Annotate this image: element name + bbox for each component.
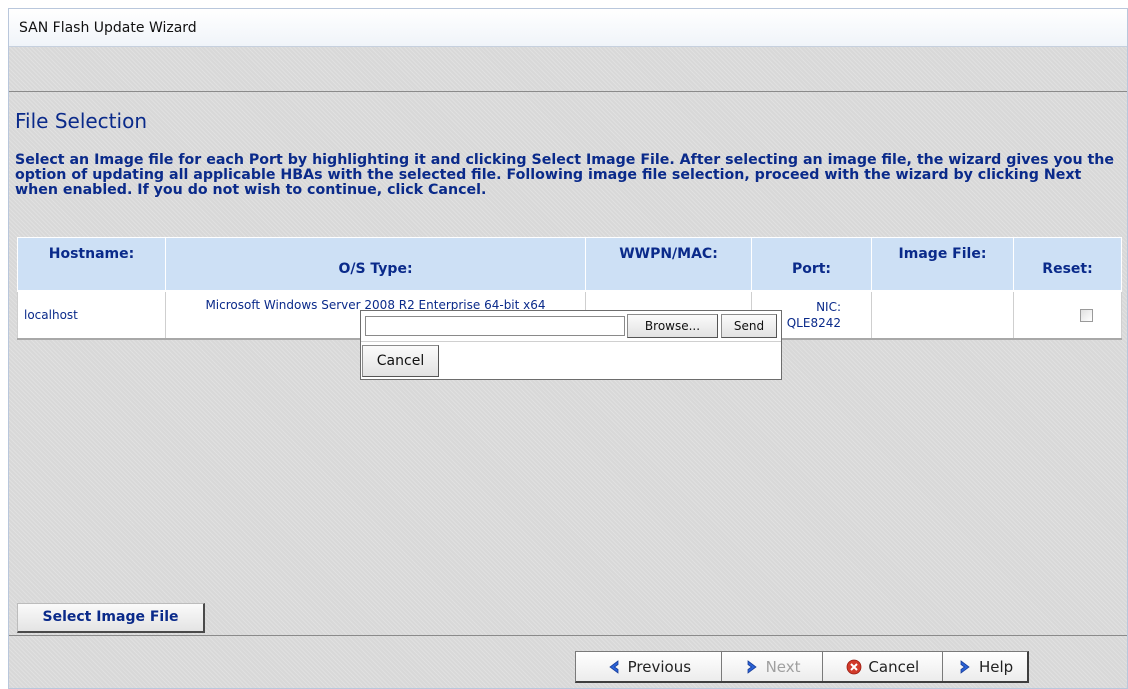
header-hostname[interactable]: Hostname:	[17, 237, 166, 292]
chevron-right-icon	[747, 659, 757, 674]
help-label: Help	[978, 657, 1014, 676]
chevron-left-icon	[608, 659, 619, 674]
reset-checkbox[interactable]	[1080, 309, 1093, 322]
header-port[interactable]: Port:	[751, 237, 872, 292]
select-image-file-button[interactable]: Select Image File	[17, 603, 205, 633]
chevron-right-icon	[960, 659, 970, 674]
section-title: File Selection	[15, 109, 147, 133]
cancel-circle-icon	[847, 659, 862, 674]
cell-image-file	[871, 290, 1014, 340]
wizard-nav: Previous Next Cancel Help	[575, 651, 1029, 683]
next-button[interactable]: Next	[722, 652, 824, 681]
cancel-button[interactable]: Cancel	[823, 652, 944, 681]
window-title: SAN Flash Update Wizard	[9, 9, 1127, 47]
file-upload-popup: Browse... Send Cancel	[360, 310, 782, 380]
header-image-file[interactable]: Image File:	[871, 237, 1014, 292]
popup-cancel-button[interactable]: Cancel	[362, 345, 439, 377]
send-button[interactable]: Send	[721, 314, 777, 338]
popup-divider	[361, 341, 781, 342]
next-label: Next	[765, 657, 801, 676]
browse-button[interactable]: Browse...	[627, 314, 718, 338]
file-path-input[interactable]	[365, 316, 625, 336]
top-divider	[9, 91, 1127, 92]
cell-reset	[1013, 290, 1122, 340]
previous-button[interactable]: Previous	[576, 652, 722, 681]
cell-hostname: localhost	[17, 290, 166, 340]
cancel-label: Cancel	[868, 657, 920, 676]
header-wwpn-mac[interactable]: WWPN/MAC:	[585, 237, 752, 292]
bottom-divider	[9, 635, 1127, 636]
header-os-type[interactable]: O/S Type:	[165, 237, 586, 292]
table-header-row: Hostname: O/S Type: WWPN/MAC: Port: Imag…	[17, 237, 1122, 292]
header-reset[interactable]: Reset:	[1013, 237, 1122, 292]
help-button[interactable]: Help	[943, 652, 1027, 681]
previous-label: Previous	[627, 657, 692, 676]
section-description: Select an Image file for each Port by hi…	[15, 152, 1115, 198]
